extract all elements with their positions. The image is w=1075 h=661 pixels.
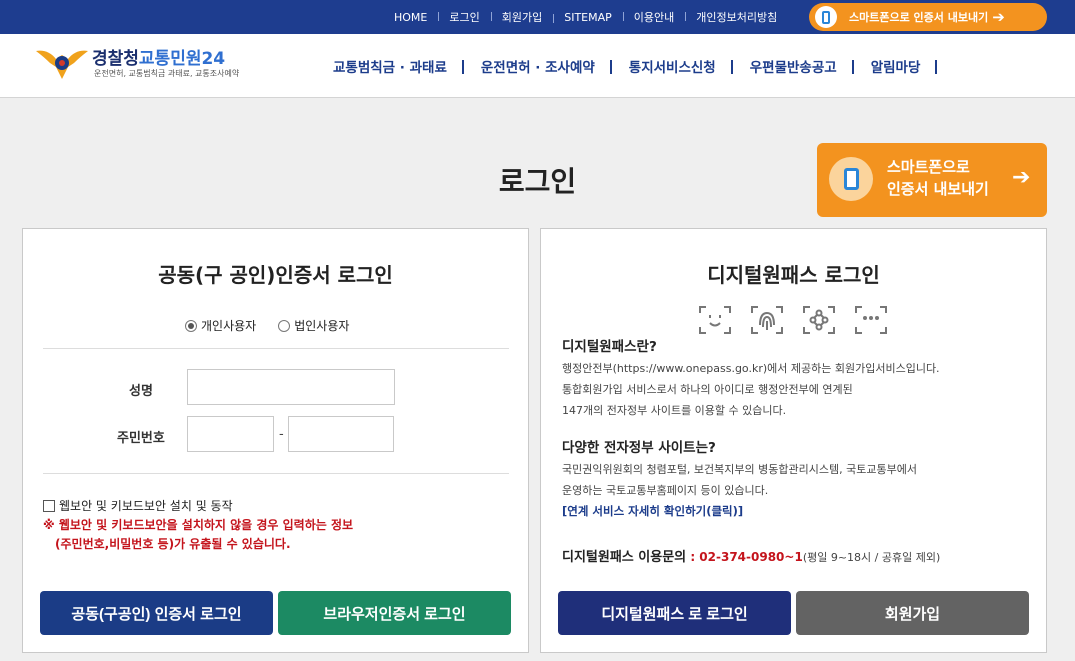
what-line-1: 행정안전부(https://www.onepass.go.kr)에서 제공하는 … bbox=[562, 362, 940, 375]
security-checkbox-label: 웹보안 및 키보드보안 설치 및 동작 bbox=[59, 499, 233, 513]
export-cert-smartphone-button[interactable]: 스마트폰으로 인증서 내보내기 ➔ bbox=[809, 3, 1047, 31]
linked-services-link[interactable]: [연계 서비스 자세히 확인하기(클릭)] bbox=[562, 503, 743, 519]
pattern-icon bbox=[803, 306, 835, 334]
join-button[interactable]: 회원가입 bbox=[796, 591, 1029, 635]
inquiry-phone: 02-374-0980~1 bbox=[699, 550, 803, 564]
rrn-separator: - bbox=[279, 427, 284, 442]
radio-personal-label: 개인사용자 bbox=[201, 319, 257, 333]
what-line-2: 통합회원가입 서비스로서 하나의 아이디로 행정안전부에 연계된 bbox=[562, 383, 853, 396]
onepass-login-panel: 디지털원패스 로그인 디지털원패스란? 행정안전부(https://www.on… bbox=[540, 228, 1047, 653]
site-header: 경찰청교통민원24 운전면허, 교통범칙금 과태료, 교통조사예약 교통범칙금 … bbox=[0, 34, 1075, 98]
arrow-right-icon: ➔ bbox=[1012, 165, 1031, 190]
cert-login-button[interactable]: 공동(구공인) 인증서 로그인 bbox=[40, 591, 273, 635]
sites-line-2: 운영하는 국토교통부홈페이지 등이 있습니다. bbox=[562, 484, 769, 497]
sitemap-link[interactable]: SITEMAP bbox=[553, 11, 623, 24]
divider bbox=[43, 473, 509, 474]
warning-line-1: ※ 웹보안 및 키보드보안을 설치하지 않을 경우 입력하는 정보 bbox=[43, 518, 354, 532]
site-logo[interactable]: 경찰청교통민원24 운전면허, 교통범칙금 과태료, 교통조사예약 bbox=[34, 43, 264, 87]
onepass-sites-desc: 국민권익위원회의 청렴포털, 보건복지부의 병동합관리시스템, 국토교통부에서 … bbox=[562, 459, 917, 501]
onepass-what-desc: 행정안전부(https://www.onepass.go.kr)에서 제공하는 … bbox=[562, 358, 940, 421]
name-input[interactable] bbox=[187, 369, 395, 405]
name-label: 성명 bbox=[129, 384, 153, 399]
nav-license[interactable]: 운전면허 · 조사예약 bbox=[464, 56, 612, 76]
user-type-radio-group: 개인사용자 법인사용자 bbox=[185, 317, 371, 334]
main-navigation: 교통범칙금 · 과태료 운전면허 · 조사예약 통지서비스신청 우편물반송공고 … bbox=[316, 54, 938, 78]
nav-notification[interactable]: 통지서비스신청 bbox=[612, 56, 733, 76]
smartphone-icon bbox=[829, 157, 873, 201]
nav-fines[interactable]: 교통범칙금 · 과태료 bbox=[316, 56, 464, 76]
radio-unselected-icon bbox=[278, 319, 291, 332]
browser-cert-login-button[interactable]: 브라우저인증서 로그인 bbox=[278, 591, 511, 635]
guide-link[interactable]: 이용안내 bbox=[622, 9, 685, 25]
onepass-login-button[interactable]: 디지털원패스 로 로그인 bbox=[558, 591, 791, 635]
police-emblem-icon bbox=[36, 50, 88, 79]
nav-mail-return[interactable]: 우편물반송공고 bbox=[733, 56, 854, 76]
nav-notice[interactable]: 알림마당 bbox=[854, 56, 938, 76]
onepass-sites-title: 다양한 전자정부 사이트는? bbox=[562, 440, 716, 456]
auth-method-icons bbox=[698, 305, 906, 335]
cert-login-panel: 공동(구 공인)인증서 로그인 개인사용자 법인사용자 성명 주민번호 - 웹보… bbox=[22, 228, 529, 653]
login-link[interactable]: 로그인 bbox=[438, 9, 490, 25]
top-utility-bar: HOME 로그인 회원가입 SITEMAP 이용안내 개인정보처리방침 스마트폰… bbox=[0, 0, 1075, 34]
cert-login-title: 공동(구 공인)인증서 로그인 bbox=[158, 263, 393, 287]
checkbox-icon bbox=[43, 499, 55, 512]
rrn-front-input[interactable] bbox=[187, 416, 274, 452]
logo-main-text: 경찰청 bbox=[92, 49, 139, 69]
face-id-icon bbox=[699, 306, 731, 334]
rrn-label: 주민번호 bbox=[117, 431, 165, 446]
logo-accent-text: 교통민원24 bbox=[138, 49, 226, 69]
smartphone-icon bbox=[815, 6, 837, 28]
privacy-policy-link[interactable]: 개인정보처리방침 bbox=[685, 9, 788, 25]
banner-line-1: 스마트폰으로 bbox=[887, 158, 970, 176]
radio-selected-icon bbox=[185, 319, 197, 332]
inquiry-label: 디지털원패스 이용문의 bbox=[562, 550, 687, 565]
radio-corporate-label: 법인사용자 bbox=[294, 319, 350, 333]
warning-line-2: (주민번호,비밀번호 등)가 유출될 수 있습니다. bbox=[55, 537, 291, 551]
onepass-what-title: 디지털원패스란? bbox=[562, 339, 657, 355]
signup-link[interactable]: 회원가입 bbox=[490, 9, 553, 25]
divider bbox=[43, 348, 509, 349]
security-warning: ※ 웹보안 및 키보드보안을 설치하지 않을 경우 입력하는 정보 (주민번호,… bbox=[43, 516, 353, 554]
radio-corporate[interactable]: 법인사용자 bbox=[278, 317, 349, 334]
utility-links: HOME 로그인 회원가입 SITEMAP 이용안내 개인정보처리방침 bbox=[383, 0, 788, 34]
pin-icon bbox=[855, 306, 887, 334]
arrow-right-icon: ➔ bbox=[992, 8, 1005, 26]
what-line-3: 147개의 전자정부 사이트를 이용할 수 있습니다. bbox=[562, 404, 787, 417]
rrn-back-input[interactable] bbox=[288, 416, 394, 452]
sites-line-1: 국민권익위원회의 청렴포털, 보건복지부의 병동합관리시스템, 국토교통부에서 bbox=[562, 463, 917, 476]
radio-personal[interactable]: 개인사용자 bbox=[185, 317, 256, 334]
banner-line-2: 인증서 내보내기 bbox=[887, 180, 989, 198]
inquiry-colon: : bbox=[686, 550, 700, 564]
logo-subtitle: 운전면허, 교통범칙금 과태료, 교통조사예약 bbox=[94, 69, 240, 78]
export-cert-banner-text: 스마트폰으로 인증서 내보내기 bbox=[887, 156, 989, 200]
export-cert-label: 스마트폰으로 인증서 내보내기 bbox=[849, 11, 989, 24]
logo-title: 경찰청교통민원24 bbox=[92, 44, 225, 69]
home-link[interactable]: HOME bbox=[383, 11, 438, 24]
onepass-login-title: 디지털원패스 로그인 bbox=[707, 263, 880, 287]
fingerprint-icon bbox=[751, 306, 783, 334]
export-cert-banner[interactable]: 스마트폰으로 인증서 내보내기 ➔ bbox=[817, 143, 1047, 217]
security-install-checkbox[interactable]: 웹보안 및 키보드보안 설치 및 동작 bbox=[43, 497, 233, 514]
inquiry-hours: (평일 9~18시 / 공휴일 제외) bbox=[802, 551, 941, 564]
onepass-inquiry: 디지털원패스 이용문의 : 02-374-0980~1(평일 9~18시 / 공… bbox=[562, 546, 940, 565]
